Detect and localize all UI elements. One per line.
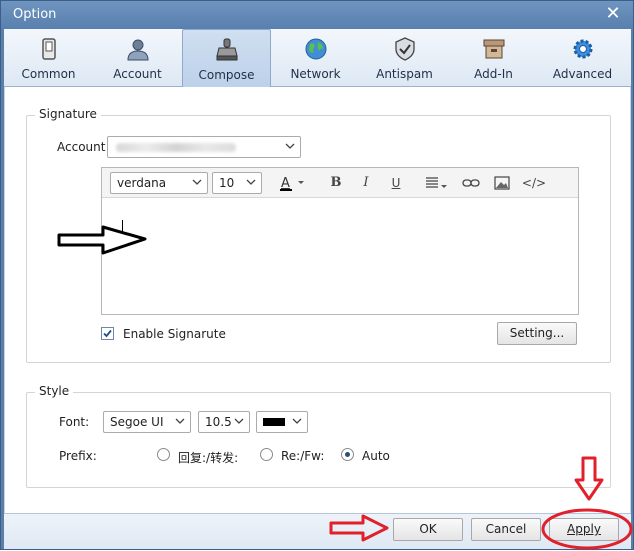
align-button[interactable]: [424, 174, 450, 192]
style-font-value: Segoe UI: [110, 415, 164, 429]
enable-signature-label[interactable]: Enable Signarute: [123, 327, 226, 341]
style-group: Style Font: Segoe UI 10.5 Prefix: 回复:/转发…: [26, 384, 611, 488]
svg-text:A: A: [281, 176, 290, 191]
ok-button[interactable]: OK: [393, 518, 463, 541]
account-label: Account: [57, 140, 106, 154]
checkmark-icon: [103, 329, 112, 338]
tab-account-label: Account: [113, 67, 162, 81]
close-icon[interactable]: ✕: [603, 4, 623, 24]
enable-signature-checkbox[interactable]: [101, 327, 114, 340]
prefix-radio-chinese[interactable]: [157, 448, 170, 461]
style-color-swatch: [263, 418, 285, 426]
prefix-option-auto[interactable]: Auto: [362, 449, 390, 463]
account-select[interactable]: [107, 136, 301, 158]
tab-compose-label: Compose: [198, 68, 255, 82]
font-color-icon: A: [280, 176, 304, 191]
option-toolbar: Common Account Compose Network Antispam …: [4, 29, 631, 87]
shield-icon: [394, 37, 415, 61]
account-value-redacted: [116, 143, 236, 152]
link-icon: [462, 179, 480, 187]
chevron-down-icon: [285, 143, 295, 149]
compose-panel: Signature Account verdana 10 A B I U </>…: [4, 87, 631, 513]
chevron-down-icon: [246, 179, 256, 185]
tab-advanced[interactable]: Advanced: [538, 29, 627, 87]
prefix-radio-re-fw[interactable]: [260, 448, 273, 461]
window-title: Option: [13, 7, 57, 22]
apply-button[interactable]: Apply: [549, 518, 619, 541]
tab-add-in-label: Add-In: [474, 67, 513, 81]
tab-advanced-label: Advanced: [552, 67, 613, 81]
style-size-value: 10.5: [205, 415, 232, 429]
insert-image-button[interactable]: [492, 174, 512, 192]
style-group-title: Style: [35, 384, 74, 398]
style-font-select[interactable]: Segoe UI: [103, 411, 191, 433]
signature-editor[interactable]: verdana 10 A B I U </>: [101, 167, 579, 315]
dialog-footer: OK Cancel Apply: [4, 513, 631, 549]
globe-icon: [305, 38, 326, 60]
editor-font-value: verdana: [117, 176, 167, 190]
box-icon: [483, 39, 504, 59]
source-code-button[interactable]: </>: [520, 174, 548, 192]
prefix-label: Prefix:: [59, 449, 97, 463]
signature-group-title: Signature: [35, 107, 101, 121]
bold-button[interactable]: B: [327, 174, 345, 192]
font-color-button[interactable]: A: [278, 174, 308, 192]
insert-link-button[interactable]: [461, 174, 481, 192]
underline-button[interactable]: U: [387, 174, 405, 192]
prefix-option-chinese[interactable]: 回复:/转发:: [178, 449, 238, 466]
tab-common-label: Common: [21, 67, 76, 81]
chevron-down-icon: [234, 418, 244, 424]
text-caret: [122, 220, 123, 234]
tab-antispam[interactable]: Antispam: [360, 29, 449, 87]
editor-font-select[interactable]: verdana: [110, 172, 208, 194]
tab-common[interactable]: Common: [4, 29, 93, 87]
style-color-select[interactable]: [256, 411, 308, 433]
phone-icon: [41, 38, 56, 60]
gear-icon: [573, 39, 592, 59]
tab-antispam-label: Antispam: [376, 67, 433, 81]
prefix-option-re-fw[interactable]: Re:/Fw:: [281, 449, 324, 463]
image-icon: [494, 176, 510, 190]
signature-group: Signature Account verdana 10 A B I U </>…: [26, 107, 611, 363]
tab-compose[interactable]: Compose: [182, 29, 271, 87]
tab-account[interactable]: Account: [93, 29, 182, 87]
option-window: Option ✕ Common Account Compose Network …: [0, 0, 634, 550]
style-size-select[interactable]: 10.5: [198, 411, 250, 433]
stamp-icon: [215, 38, 238, 61]
editor-size-value: 10: [219, 176, 235, 190]
setting-button[interactable]: Setting...: [497, 322, 577, 345]
align-icon: [426, 177, 447, 188]
title-bar: Option ✕: [1, 1, 633, 29]
cancel-button[interactable]: Cancel: [471, 518, 541, 541]
chevron-down-icon: [292, 418, 302, 424]
tab-add-in[interactable]: Add-In: [449, 29, 538, 87]
tab-network[interactable]: Network: [271, 29, 360, 87]
prefix-radio-auto[interactable]: [341, 448, 354, 461]
font-label: Font:: [59, 415, 90, 429]
tab-network-label: Network: [290, 67, 341, 81]
user-icon: [126, 39, 149, 61]
chevron-down-icon: [192, 179, 202, 185]
italic-button[interactable]: I: [357, 174, 375, 192]
chevron-down-icon: [175, 418, 185, 424]
editor-size-select[interactable]: 10: [212, 172, 262, 194]
editor-toolbar: verdana 10 A B I U </>: [102, 168, 578, 198]
